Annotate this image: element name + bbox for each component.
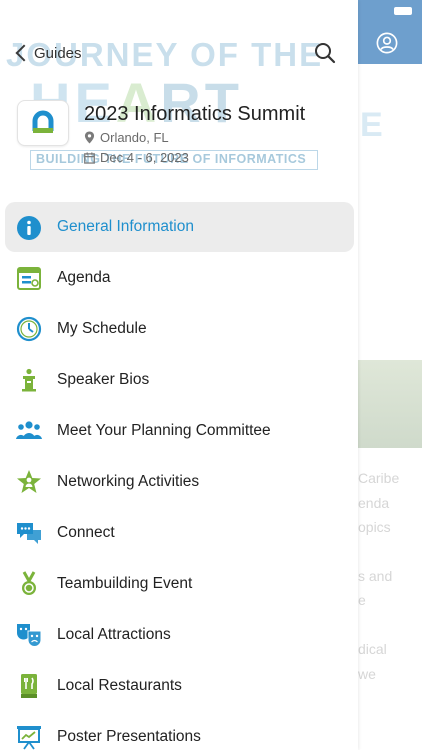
background-text-line: opics — [358, 519, 391, 535]
agenda-icon — [15, 264, 43, 292]
menu-item-speaker-bios[interactable]: Speaker Bios — [0, 354, 358, 405]
user-profile-icon[interactable] — [376, 32, 398, 54]
event-dates: Dec 4 - 6, 2023 — [84, 150, 189, 165]
background-screen: E Caribe enda opics s and e dical we — [358, 0, 422, 750]
event-dates-text: Dec 4 - 6, 2023 — [100, 150, 189, 165]
side-drawer: JOURNEY OF THE HEART BUILDING THE FUTURE… — [0, 0, 358, 750]
chat-icon — [15, 519, 43, 547]
background-header — [358, 0, 422, 64]
event-logo — [17, 100, 69, 146]
background-text-line: we — [358, 666, 376, 682]
restaurant-icon — [15, 672, 43, 700]
menu-item-connect[interactable]: Connect — [0, 507, 358, 558]
info-icon — [15, 214, 43, 242]
location-pin-icon — [84, 131, 95, 144]
search-icon[interactable] — [313, 41, 337, 65]
menu-item-agenda[interactable]: Agenda — [0, 252, 358, 303]
menu-item-poster-presentations[interactable]: Poster Presentations — [0, 711, 358, 750]
theater-masks-icon — [15, 621, 43, 649]
menu-item-label: Networking Activities — [57, 472, 200, 490]
group-icon — [15, 417, 43, 445]
menu-item-local-attractions[interactable]: Local Attractions — [0, 609, 358, 660]
menu-item-label: Teambuilding Event — [57, 574, 193, 592]
menu-item-planning-committee[interactable]: Meet Your Planning Committee — [0, 405, 358, 456]
event-title: 2023 Informatics Summit — [84, 103, 306, 125]
menu-item-local-restaurants[interactable]: Local Restaurants — [0, 660, 358, 711]
back-to-guides-button[interactable]: Guides — [14, 42, 82, 64]
podium-icon — [15, 366, 43, 394]
menu-item-label: Local Restaurants — [57, 676, 182, 694]
menu-item-networking-activities[interactable]: Networking Activities — [0, 456, 358, 507]
guide-menu: General Information Agenda My Schedule S… — [0, 202, 358, 750]
background-text-line: dical — [358, 641, 387, 657]
menu-item-general-information[interactable]: General Information — [5, 202, 354, 252]
battery-icon — [394, 7, 412, 15]
menu-item-label: Poster Presentations — [57, 727, 201, 745]
background-text-line: e — [358, 592, 366, 608]
medal-icon — [15, 570, 43, 598]
background-text-line: enda — [358, 495, 390, 511]
menu-item-label: General Information — [57, 218, 194, 235]
menu-item-my-schedule[interactable]: My Schedule — [0, 303, 358, 354]
menu-item-label: Meet Your Planning Committee — [57, 421, 271, 439]
menu-item-label: Agenda — [57, 268, 111, 286]
clock-icon — [15, 315, 43, 343]
calendar-icon — [84, 152, 95, 164]
menu-item-label: Local Attractions — [57, 625, 171, 643]
background-banner[interactable] — [358, 360, 422, 448]
star-person-icon — [15, 468, 43, 496]
background-letter: E — [360, 106, 383, 144]
back-label: Guides — [34, 44, 82, 62]
menu-item-label: My Schedule — [57, 319, 147, 337]
background-text-line: s and — [358, 568, 393, 584]
event-location: Orlando, FL — [84, 130, 169, 145]
background-text-line: Caribe — [358, 470, 400, 486]
event-location-text: Orlando, FL — [100, 130, 169, 145]
easel-icon — [15, 723, 43, 750]
event-logo-icon — [32, 110, 54, 133]
chevron-left-icon — [15, 44, 33, 62]
menu-item-label: Speaker Bios — [57, 370, 150, 388]
menu-item-teambuilding-event[interactable]: Teambuilding Event — [0, 558, 358, 609]
menu-item-label: Connect — [57, 523, 115, 541]
